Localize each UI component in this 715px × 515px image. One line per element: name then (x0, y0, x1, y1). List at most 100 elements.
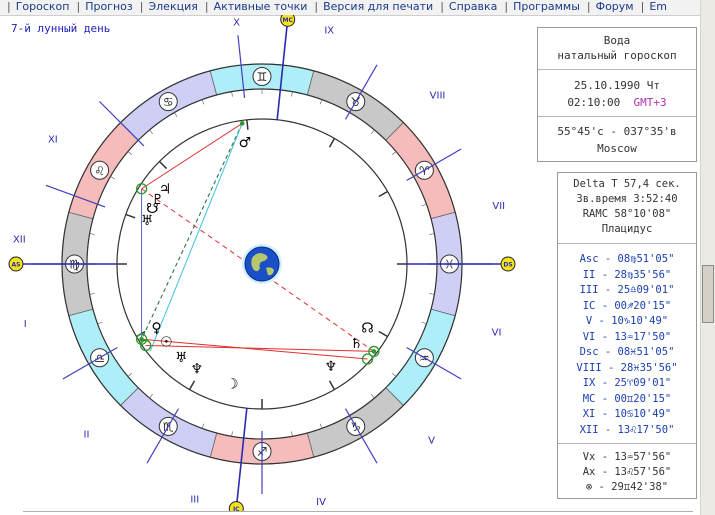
bottom-divider (23, 511, 693, 512)
aspect-point (139, 336, 144, 342)
degree-tick (421, 203, 427, 207)
zodiac-sign-glyph: ♌ (94, 164, 105, 178)
planet-glyph: ♄ (350, 336, 363, 352)
menu-separator: | (76, 0, 81, 13)
sidereal-time: Зв.время 3:52:40 (576, 193, 678, 205)
degree-tick (89, 233, 95, 235)
planet-glyph: ☉ (160, 334, 173, 350)
house-cusp-row: Asc - 08♍51'05" (579, 253, 675, 265)
house-numeral: XII (13, 234, 26, 245)
chart-info-panel: Вода натальный гороскоп 25.10.1990 Чт 02… (537, 27, 697, 162)
degree-tick (127, 151, 132, 155)
natal-chart-wheel: ♍♌♋♊♉♈♓♒♑♐♏♎IIIIIIIVVVIVIIVIIIIXXXIXIIAS… (8, 15, 516, 511)
house-cusp-row: III - 25♎09'01" (579, 284, 675, 296)
chart-date: 25.10.1990 Чт (573, 79, 661, 92)
degree-tick (149, 129, 153, 134)
chart-city: Moscow (597, 142, 637, 155)
top-menu-bar: | Гороскоп | Прогноз | Элекция | Активные точки… (0, 0, 700, 16)
house-numeral: VIII (430, 91, 446, 102)
menu-separator: | (504, 0, 509, 13)
house-cusp-row: MC - 00♊20'15" (582, 392, 672, 405)
aspect-point (239, 121, 245, 126)
degree-tick (201, 423, 205, 429)
menu-item-1[interactable]: Прогноз (85, 0, 133, 13)
degree-tick (429, 233, 435, 235)
menu-item-2[interactable]: Элекция (148, 0, 197, 13)
house-numeral: II (84, 429, 90, 440)
menu-item-7[interactable]: Форум (596, 0, 634, 13)
degree-tick (319, 423, 323, 429)
degree-tick (110, 176, 115, 180)
zodiac-sign-glyph: ♋ (163, 95, 174, 109)
menu-item-5[interactable]: Справка (449, 0, 497, 13)
sensitive-point-row: Ax - 13♌57'56" (582, 466, 672, 478)
degree-tick (291, 91, 293, 97)
menu-separator: | (139, 0, 144, 13)
inner-cusp-tick (328, 380, 336, 390)
menu-separator: | (440, 0, 444, 13)
inner-cusp-tick (246, 119, 249, 130)
degree-tick (319, 99, 323, 105)
menu-item-0[interactable]: Гороскоп (16, 0, 70, 13)
ramc: RAMC 58°10'08" (582, 208, 672, 220)
inner-cusp-tick (158, 160, 168, 170)
house-numeral: IV (316, 497, 326, 508)
menu-separator: | (586, 0, 591, 13)
degree-tick (97, 321, 103, 325)
chart-name: Вода (603, 34, 631, 47)
degree-tick (89, 293, 95, 295)
degree-tick (291, 431, 293, 437)
menu-item-6[interactable]: Программы (513, 0, 580, 13)
house-system: Плацидус (601, 223, 653, 235)
house-cusp-row: XII - 13♌17'50" (579, 423, 675, 436)
degree-tick (392, 151, 397, 155)
degree-tick (231, 431, 233, 437)
menu-item-4[interactable]: Версия для печати (323, 0, 433, 13)
menu-item-8[interactable]: Em (649, 0, 667, 13)
planet-glyph: ☊ (361, 320, 373, 336)
angle-marker-label: MC (283, 17, 294, 24)
planet-glyph: ♅ (175, 350, 188, 366)
chart-time-row: 02:10:00 GMT+3 (538, 96, 696, 109)
menu-separator: | (204, 0, 209, 13)
house-cusp-row: Dsc - 08♓51'05" (579, 346, 675, 358)
house-numeral: VII (492, 201, 505, 212)
house-cusp-row: V - 10♑10'49" (585, 315, 669, 327)
chart-time: 02:10:00 (567, 96, 621, 109)
house-cusp-row: VIII - 28♓35'56" (576, 361, 678, 374)
house-cusp-row: IX - 25♈09'01" (582, 377, 672, 389)
degree-tick (231, 91, 233, 97)
menu-separator: | (640, 0, 645, 13)
vertical-scrollbar[interactable] (700, 0, 715, 515)
house-numeral: I (24, 319, 27, 330)
degree-tick (421, 321, 427, 325)
house-cusp-row: II - 28♍35'56" (582, 268, 672, 281)
inner-cusp-tick (378, 330, 388, 338)
chart-type: натальный гороскоп (557, 49, 677, 62)
planet-glyph: ♂ (239, 135, 252, 151)
house-numeral: IX (324, 25, 334, 36)
house-numeral: XI (48, 134, 58, 145)
planet-glyph: ♆ (324, 359, 337, 375)
zodiac-sign-glyph: ♊ (257, 70, 268, 84)
earth-globe (244, 246, 280, 282)
house-numeral: VI (492, 327, 502, 338)
planet-glyph: ☽ (226, 376, 239, 392)
degree-tick (371, 394, 375, 399)
degree-tick (174, 112, 178, 117)
aspect-point (371, 349, 377, 354)
degree-tick (392, 373, 397, 377)
planet-glyph: ♃ (159, 181, 172, 197)
house-cusp-row: IC - 00♐20'15" (582, 299, 672, 312)
degree-tick (127, 373, 132, 377)
chart-coordinates: 55°45'с - 037°35'в (557, 125, 677, 138)
inner-cusp-tick (125, 213, 136, 219)
degree-tick (429, 293, 435, 295)
house-numeral: III (190, 495, 199, 506)
sensitive-point-row: Vx - 13♒57'56" (582, 451, 672, 463)
degree-tick (371, 129, 375, 134)
planet-glyph: ♅ (141, 213, 154, 229)
delta-t: Delta T 57,4 сек. (573, 178, 681, 190)
menu-item-3[interactable]: Активные точки (214, 0, 308, 13)
scrollbar-thumb[interactable] (702, 265, 714, 323)
